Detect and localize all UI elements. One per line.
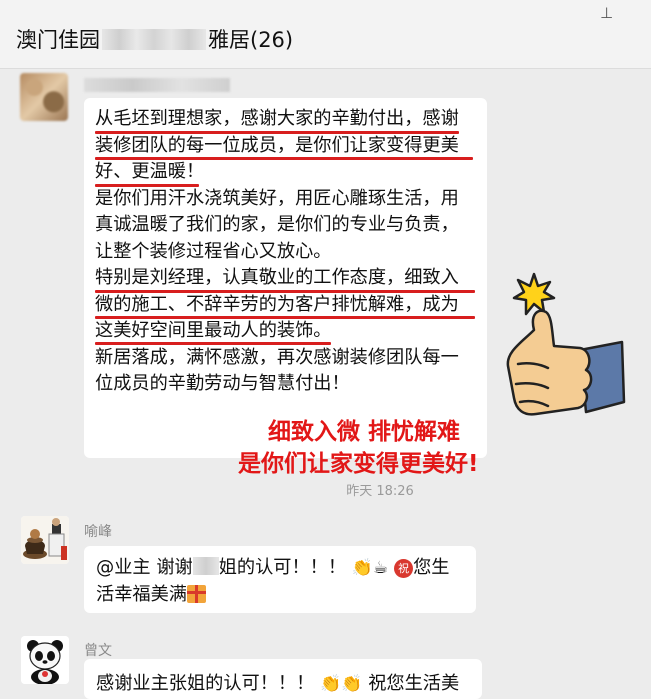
message-text: @业主 谢谢 姐的认可！！！ 👏☕ 祝您生 活幸福美满: [96, 554, 449, 608]
clapping-hands-icon: 👏👏: [320, 674, 363, 694]
message-fragment: 活幸福美满: [96, 584, 187, 605]
highlight-underline: [95, 184, 199, 187]
message-bubble[interactable]: 感谢业主张姐的认可！！！ 👏👏 祝您生活美: [84, 659, 482, 699]
tea-set-avatar-image: [21, 516, 69, 564]
message-line: 让整个装修过程省心又放心。: [95, 240, 332, 262]
sender-name: 曾文: [84, 643, 112, 659]
message-text: 从毛坯到理想家，感谢大家的辛勤付出，感谢 装修团队的每一位成员，是你们让家变得更…: [95, 106, 485, 398]
message-line: 装修团队的每一位成员，是你们让家变得更美: [95, 134, 459, 156]
chat-header: 澳门佳园 雅居(26) ⊥: [0, 0, 651, 69]
avatar[interactable]: [21, 516, 69, 564]
message-line: 从毛坯到理想家，感谢大家的辛勤付出，感谢: [95, 108, 459, 129]
message-timestamp: 昨天 18:26: [346, 484, 414, 499]
message-line: 是你们用汗水浇筑美好，用匠心雕琢生活，用: [95, 187, 459, 209]
panda-avatar-image: [21, 636, 69, 684]
message-fragment: 您生: [413, 557, 450, 578]
message-line: 新居落成，满怀感激，再次感谢装修团队每一: [95, 346, 459, 368]
chat-title-suffix: 雅居(26): [208, 28, 294, 52]
highlight-underline: [95, 131, 459, 134]
message-bubble[interactable]: @业主 谢谢 姐的认可！！！ 👏☕ 祝您生 活幸福美满: [84, 546, 476, 613]
message-line: 微的施工、不辞辛劳的为客户排忧解难，成为: [95, 293, 459, 315]
redacted-title-block: [102, 29, 206, 50]
message-text: 感谢业主张姐的认可！！！ 👏👏 祝您生活美: [96, 669, 459, 695]
message-bubble[interactable]: 从毛坯到理想家，感谢大家的辛勤付出，感谢 装修团队的每一位成员，是你们让家变得更…: [84, 98, 487, 458]
highlight-underline: [95, 157, 473, 160]
sender-name: 喻峰: [84, 524, 112, 540]
blessing-badge-icon: 祝: [394, 559, 414, 578]
coffee-icon: ☕: [373, 558, 389, 578]
message-line: 真诚温暖了我们的家，是你们的专业与负责，: [95, 214, 459, 235]
message-line: 这美好空间里最动人的装饰。: [95, 320, 332, 341]
redacted-sender-name: [84, 78, 230, 92]
redacted-name: [192, 557, 219, 575]
highlight-underline: [95, 316, 475, 319]
avatar[interactable]: [21, 636, 69, 684]
clapping-hands-icon: 👏: [351, 558, 374, 578]
thumbs-up-icon: [506, 272, 626, 416]
slogan-line: 细致入微 排忧解难: [268, 419, 461, 445]
gift-icon: [186, 585, 206, 603]
message-fragment: 姐的认可！！！: [218, 557, 347, 578]
message-line: 好、更温暖！: [95, 161, 205, 182]
message-fragment: 祝您生活美: [368, 673, 460, 694]
slogan-line: 是你们让家变得更美好!: [238, 451, 479, 477]
message-line: 特别是刘经理，认真敬业的工作态度，细致入: [95, 267, 459, 288]
message-fragment: 感谢业主张姐的认可！！！: [96, 673, 315, 694]
avatar[interactable]: [20, 73, 68, 121]
highlight-underline: [95, 290, 475, 293]
chat-title: 澳门佳园 雅居(26): [16, 24, 293, 54]
message-line: 位成员的辛勤劳动与智慧付出！: [95, 373, 350, 394]
pin-icon[interactable]: ⊥: [600, 4, 613, 22]
chat-title-prefix: 澳门佳园: [16, 28, 100, 52]
highlight-underline: [95, 342, 331, 345]
message-fragment: @业主 谢谢: [96, 557, 193, 578]
